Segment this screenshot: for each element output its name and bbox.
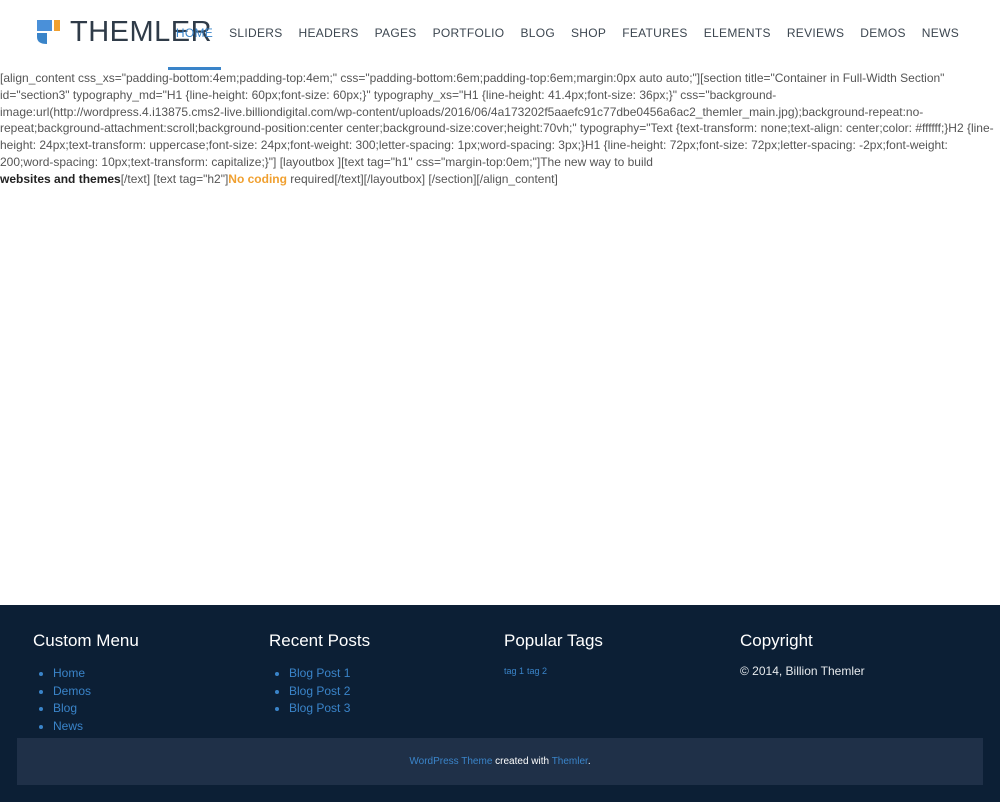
shortcode-line: [align_content css_xs="padding-bottom:4e… bbox=[0, 71, 994, 169]
menu-link-label[interactable]: Home bbox=[53, 666, 85, 680]
footer-copyright: Copyright © 2014, Billion Themler bbox=[740, 631, 960, 678]
menu-link-news[interactable]: News bbox=[53, 718, 253, 736]
tag-link[interactable]: tag 2 bbox=[527, 666, 547, 676]
bold-text-dark: websites and themes bbox=[0, 171, 121, 186]
credit-text: created with bbox=[492, 756, 552, 767]
menu-link-demos[interactable]: Demos bbox=[53, 683, 253, 701]
nav-item-features[interactable]: FEATURES bbox=[614, 0, 696, 70]
footer-credit-bar: WordPress Theme created with Themler. bbox=[17, 738, 983, 785]
shortcode-mid: [/text] [text tag="h2"] bbox=[120, 171, 229, 186]
site-header: THEMLER HOME SLIDERS HEADERS PAGES PORTF… bbox=[0, 0, 1000, 70]
post-link[interactable]: Blog Post 1 bbox=[289, 665, 489, 683]
footer-recent-posts: Recent Posts Blog Post 1 Blog Post 2 Blo… bbox=[269, 631, 489, 718]
nav-item-blog[interactable]: BLOG bbox=[512, 0, 563, 70]
nav-item-sliders[interactable]: SLIDERS bbox=[221, 0, 290, 70]
main-nav: HOME SLIDERS HEADERS PAGES PORTFOLIO BLO… bbox=[167, 0, 967, 70]
themler-link[interactable]: Themler bbox=[552, 756, 588, 767]
footer-heading: Custom Menu bbox=[33, 631, 139, 650]
menu-link-label[interactable]: Blog bbox=[53, 701, 77, 715]
themler-logo-icon bbox=[37, 20, 60, 44]
footer-heading: Recent Posts bbox=[269, 631, 371, 650]
nav-item-demos[interactable]: DEMOS bbox=[852, 0, 914, 70]
shortcode-text: [align_content css_xs="padding-bottom:4e… bbox=[0, 70, 1000, 188]
post-link-label[interactable]: Blog Post 1 bbox=[289, 666, 350, 680]
nav-item-shop[interactable]: SHOP bbox=[563, 0, 614, 70]
footer-custom-menu: Custom Menu Home Demos Blog News bbox=[33, 631, 253, 735]
recent-posts-list: Blog Post 1 Blog Post 2 Blog Post 3 bbox=[269, 665, 489, 718]
shortcode-tail: required[/text][/layoutbox] [/section][/… bbox=[286, 171, 558, 186]
custom-menu-list: Home Demos Blog News bbox=[33, 665, 253, 735]
nav-item-headers[interactable]: HEADERS bbox=[291, 0, 367, 70]
footer-heading: Popular Tags bbox=[504, 631, 603, 650]
nav-item-reviews[interactable]: REVIEWS bbox=[779, 0, 852, 70]
wordpress-theme-link[interactable]: WordPress Theme bbox=[409, 756, 492, 767]
credit-end: . bbox=[587, 756, 591, 767]
nav-item-pages[interactable]: PAGES bbox=[367, 0, 425, 70]
footer-heading: Copyright bbox=[740, 631, 813, 650]
bold-text-orange: No coding bbox=[228, 171, 287, 186]
nav-item-elements[interactable]: ELEMENTS bbox=[696, 0, 779, 70]
post-link-label[interactable]: Blog Post 3 bbox=[289, 701, 350, 715]
post-link[interactable]: Blog Post 3 bbox=[289, 700, 489, 718]
menu-link-home[interactable]: Home bbox=[53, 665, 253, 683]
site-footer: Custom Menu Home Demos Blog News Recent … bbox=[0, 605, 1000, 802]
nav-item-home[interactable]: HOME bbox=[167, 0, 222, 70]
tag-cloud: tag 1 tag 2 bbox=[504, 666, 724, 676]
menu-link-label[interactable]: Demos bbox=[53, 684, 91, 698]
nav-item-portfolio[interactable]: PORTFOLIO bbox=[425, 0, 513, 70]
copyright-text: © 2014, Billion Themler bbox=[740, 664, 865, 678]
nav-item-news[interactable]: NEWS bbox=[914, 0, 967, 70]
menu-link-blog[interactable]: Blog bbox=[53, 700, 253, 718]
footer-popular-tags: Popular Tags tag 1 tag 2 bbox=[504, 631, 724, 676]
menu-link-label[interactable]: News bbox=[53, 719, 83, 733]
post-link-label[interactable]: Blog Post 2 bbox=[289, 684, 350, 698]
page-content: [align_content css_xs="padding-bottom:4e… bbox=[0, 70, 1000, 188]
tag-link[interactable]: tag 1 bbox=[504, 666, 524, 676]
post-link[interactable]: Blog Post 2 bbox=[289, 683, 489, 701]
